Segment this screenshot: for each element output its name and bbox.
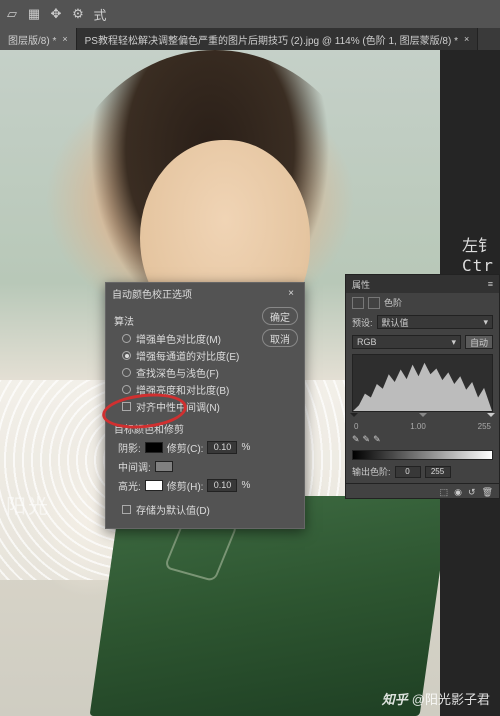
document-tabbar: 图层版/8) * × PS教程轻松解决调整偏色严重的图片后期技巧 (2).jpg… bbox=[0, 28, 500, 50]
photo-book bbox=[90, 496, 440, 716]
shadow-clip-input[interactable]: 0.10 bbox=[207, 441, 237, 454]
side-line2: Ctr bbox=[462, 256, 494, 275]
move-icon[interactable]: ✥ bbox=[48, 6, 64, 22]
midtone-swatch[interactable] bbox=[155, 461, 173, 472]
panel-menu-icon[interactable]: ≡ bbox=[488, 279, 493, 289]
properties-panel: 属性 ≡ 色阶 预设: 默认值▾ RGB▾ 自动 01.00255 ✎ ✎ ✎ … bbox=[345, 274, 500, 499]
output-row: 输出色阶: 0 255 bbox=[346, 462, 499, 481]
output-gradient[interactable] bbox=[352, 450, 493, 460]
auto-color-dialog: 自动颜色校正选项 × 确定 取消 算法 增强单色对比度(M) 增强每通道的对比度… bbox=[105, 282, 305, 529]
panel-type-label: 色阶 bbox=[384, 296, 402, 309]
watermark-brand: 知乎 bbox=[382, 689, 408, 708]
panel-footer: ⬚ ◉ ↺ 🗑 bbox=[346, 483, 499, 501]
eye-icon[interactable]: ◉ bbox=[454, 487, 462, 498]
opt-darklight[interactable]: 查找深色与浅色(F) bbox=[114, 364, 296, 381]
side-annotation: 左钅 Ctr bbox=[462, 232, 494, 275]
shadow-label: 阴影: bbox=[118, 440, 141, 455]
auto-button[interactable]: 自动 bbox=[465, 335, 493, 349]
white-slider[interactable] bbox=[487, 413, 495, 421]
chevron-down-icon: ▾ bbox=[483, 317, 488, 328]
channel-select[interactable]: RGB▾ bbox=[352, 335, 461, 349]
trash-icon[interactable]: 🗑 bbox=[482, 487, 493, 498]
panel-tabbar: 属性 ≡ bbox=[346, 275, 499, 293]
document-tab-active[interactable]: PS教程轻松解决调整偏色严重的图片后期技巧 (2).jpg @ 114% (色阶… bbox=[77, 28, 479, 50]
clip-icon[interactable]: ⬚ bbox=[440, 487, 449, 498]
save-default[interactable]: 存储为默认值(D) bbox=[114, 501, 296, 518]
shadow-row: 阴影: 修剪(C): 0.10 % bbox=[114, 438, 296, 457]
side-line1: 左钅 bbox=[462, 232, 494, 256]
preset-label: 预设: bbox=[352, 316, 373, 329]
tab-label: PS教程轻松解决调整偏色严重的图片后期技巧 (2).jpg @ 114% (色阶… bbox=[85, 32, 458, 47]
midtone-label: 中间调: bbox=[118, 459, 151, 474]
eyedropper-gray-icon[interactable]: ✎ bbox=[363, 434, 371, 445]
watermark: 知乎 @阳光影子君 bbox=[382, 689, 490, 708]
highlight-clip-input[interactable]: 0.10 bbox=[207, 479, 237, 492]
close-icon[interactable]: × bbox=[284, 286, 298, 300]
histogram[interactable] bbox=[352, 354, 493, 412]
target-label: 目标颜色和修剪 bbox=[114, 421, 296, 436]
tool-icon-2[interactable]: ▦ bbox=[26, 6, 42, 22]
opt-brightness[interactable]: 增强亮度和对比度(B) bbox=[114, 381, 296, 398]
pct: % bbox=[241, 480, 250, 491]
highlight-swatch[interactable] bbox=[145, 480, 163, 491]
app-toolbar: ▱ ▦ ✥ ⚙ 式 bbox=[0, 0, 500, 28]
preset-row: 预设: 默认值▾ bbox=[346, 312, 499, 332]
eyedropper-row: ✎ ✎ ✎ bbox=[346, 431, 499, 448]
highlight-label: 高光: bbox=[118, 478, 141, 493]
document-tab[interactable]: 图层版/8) * × bbox=[0, 28, 77, 50]
watermark-left: 阳光 bbox=[6, 490, 50, 519]
output-label: 输出色阶: bbox=[352, 465, 391, 478]
watermark-user: @阳光影子君 bbox=[412, 689, 490, 708]
gray-slider[interactable] bbox=[419, 413, 427, 421]
highlight-clip-label: 修剪(H): bbox=[167, 478, 204, 493]
panel-tab-properties[interactable]: 属性 bbox=[352, 278, 370, 291]
ok-button[interactable]: 确定 bbox=[262, 307, 298, 325]
black-slider[interactable] bbox=[350, 413, 358, 421]
dialog-titlebar[interactable]: 自动颜色校正选项 × bbox=[106, 283, 304, 303]
gear-icon[interactable]: ⚙ bbox=[70, 6, 86, 22]
output-white-input[interactable]: 255 bbox=[425, 466, 451, 478]
panel-type-row: 色阶 bbox=[346, 293, 499, 312]
input-values: 01.00255 bbox=[346, 422, 499, 431]
dialog-title: 自动颜色校正选项 bbox=[112, 286, 192, 301]
tab-label: 图层版/8) * bbox=[8, 32, 56, 47]
highlight-row: 高光: 修剪(H): 0.10 % bbox=[114, 476, 296, 495]
cancel-button[interactable]: 取消 bbox=[262, 329, 298, 347]
close-icon[interactable]: × bbox=[464, 34, 469, 44]
toolbar-mode-label: 式 bbox=[92, 6, 108, 22]
opt-per-channel[interactable]: 增强每通道的对比度(E) bbox=[114, 347, 296, 364]
eyedropper-white-icon[interactable]: ✎ bbox=[373, 434, 381, 445]
tool-icon-1[interactable]: ▱ bbox=[4, 6, 20, 22]
midtone-row: 中间调: bbox=[114, 457, 296, 476]
reset-icon[interactable]: ↺ bbox=[468, 487, 476, 498]
shadow-swatch[interactable] bbox=[145, 442, 163, 453]
opt-snap-neutral[interactable]: 对齐中性中间调(N) bbox=[114, 398, 296, 415]
close-icon[interactable]: × bbox=[62, 34, 67, 44]
chevron-down-icon: ▾ bbox=[451, 337, 456, 348]
mask-icon bbox=[368, 297, 380, 309]
pct: % bbox=[241, 442, 250, 453]
levels-icon bbox=[352, 297, 364, 309]
output-black-input[interactable]: 0 bbox=[395, 466, 421, 478]
shadow-clip-label: 修剪(C): bbox=[167, 440, 204, 455]
eyedropper-black-icon[interactable]: ✎ bbox=[352, 434, 360, 445]
preset-select[interactable]: 默认值▾ bbox=[377, 315, 493, 329]
channel-row: RGB▾ 自动 bbox=[346, 332, 499, 352]
